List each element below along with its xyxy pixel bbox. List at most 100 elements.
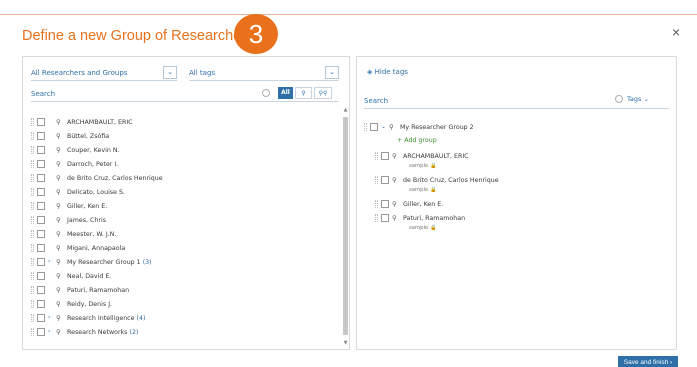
member-name: de Brito Cruz, Carlos Henrique [403,177,499,184]
list-item[interactable]: ⚲ Delicato, Louise S. [31,187,125,197]
list-item-label: Büttel, Zsófia [67,133,110,140]
checkbox[interactable] [37,216,45,224]
checkbox[interactable] [37,244,45,252]
list-item[interactable]: ⚲ Giller, Ken E. [31,201,107,211]
checkbox[interactable] [381,176,389,184]
list-item[interactable]: ⚲ de Brito Cruz, Carlos Henrique [31,173,163,183]
chevron-right-icon[interactable]: › [48,327,54,337]
drag-handle-icon[interactable] [31,132,34,140]
list-item[interactable]: ⚲ James, Chris [31,215,106,225]
scroll-down-icon[interactable]: ▼ [342,340,349,346]
drag-handle-icon[interactable] [31,216,34,224]
drag-handle-icon[interactable] [31,146,34,154]
hide-tags-button[interactable]: ◈ Hide tags [367,68,408,76]
list-item[interactable]: ⚲ Büttel, Zsófia [31,131,109,141]
list-item[interactable]: › ⚲ My Researcher Group 1 (3) [31,257,152,267]
list-item[interactable]: ⚲ ARCHAMBAULT, ERIC [31,117,133,127]
chevron-down-icon[interactable]: ⌄ [163,66,177,79]
checkbox[interactable] [37,328,45,336]
scrollbar-thumb[interactable] [343,117,348,335]
drag-handle-icon[interactable] [31,272,34,280]
drag-handle-icon[interactable] [31,188,34,196]
drag-handle-icon[interactable] [31,328,34,336]
search-input[interactable]: Search [364,97,388,105]
checkbox[interactable] [37,258,45,266]
group-name: My Researcher Group 2 [400,124,474,131]
search-icon[interactable] [615,95,623,103]
group-row[interactable]: ⌄ ⚲ My Researcher Group 2 [364,122,474,132]
checkbox[interactable] [37,202,45,210]
list-item[interactable]: ⚲ Couper, Kevin N. [31,145,120,155]
search-icon[interactable] [262,89,270,97]
drag-handle-icon[interactable] [31,244,34,252]
chevron-right-icon[interactable]: › [48,257,54,267]
group-icon: ⚲ [56,258,61,266]
drag-handle-icon[interactable] [375,152,378,160]
drag-handle-icon[interactable] [375,214,378,222]
group-member[interactable]: ⚲ de Brito Cruz, Carlos Henrique [375,175,499,185]
group-member[interactable]: ⚲ ARCHAMBAULT, ERIC [375,151,469,161]
person-icon: ⚲ [56,146,61,154]
checkbox[interactable] [381,152,389,160]
drag-handle-icon[interactable] [31,300,34,308]
drag-handle-icon[interactable] [31,230,34,238]
add-group-button[interactable]: + Add group [397,137,437,144]
checkbox[interactable] [370,123,378,131]
chevron-down-icon[interactable]: ⌄ [381,122,387,132]
chevron-right-icon[interactable]: › [48,313,54,323]
checkbox[interactable] [37,146,45,154]
tag-badge: sample 🔒 [409,187,437,193]
tags-filter-dropdown[interactable]: All tags [189,66,215,80]
list-item-label: Migani, Annapaola [67,245,126,252]
person-icon[interactable]: ⚲ [295,87,312,99]
drag-handle-icon[interactable] [31,314,34,322]
list-item-label: Paturi, Ramamohan [67,287,130,294]
drag-handle-icon[interactable] [375,200,378,208]
drag-handle-icon[interactable] [31,118,34,126]
list-item[interactable]: ⚲ Darroch, Peter I. [31,159,118,169]
person-icon: ⚲ [56,160,61,168]
checkbox[interactable] [37,160,45,168]
drag-handle-icon[interactable] [364,123,367,131]
drag-handle-icon[interactable] [31,160,34,168]
group-icon[interactable]: ⚲⚲ [314,87,332,99]
checkbox[interactable] [37,272,45,280]
list-item-label: Giller, Ken E. [67,203,108,210]
list-item[interactable]: › ⚲ Research Intelligence (4) [31,313,145,323]
drag-handle-icon[interactable] [31,174,34,182]
list-item[interactable]: ⚲ Neal, David E. [31,271,111,281]
drag-handle-icon[interactable] [31,202,34,210]
list-item[interactable]: ⚲ Reidy, Denis J. [31,299,112,309]
list-item[interactable]: ⚲ Meester, W. J.N. [31,229,116,239]
checkbox[interactable] [37,132,45,140]
filter-all-button[interactable]: All [278,87,293,99]
checkbox[interactable] [37,188,45,196]
checkbox[interactable] [37,300,45,308]
search-input[interactable]: Search [31,90,55,98]
drag-handle-icon[interactable] [31,286,34,294]
checkbox[interactable] [37,118,45,126]
group-member[interactable]: ⚲ Paturi, Ramamohan [375,213,465,223]
person-icon: ⚲ [56,132,61,140]
researcher-filter-dropdown[interactable]: All Researchers and Groups [31,66,127,80]
checkbox[interactable] [37,230,45,238]
close-icon[interactable]: × [672,24,680,40]
list-item[interactable]: ⚲ Migani, Annapaola [31,243,125,253]
list-item[interactable]: › ⚲ Research Networks (2) [31,327,138,337]
checkbox[interactable] [37,174,45,182]
checkbox[interactable] [37,286,45,294]
tag-badge: sample 🔒 [409,163,437,169]
group-member[interactable]: ⚲ Giller, Ken E. [375,199,443,209]
checkbox[interactable] [381,200,389,208]
checkbox[interactable] [381,214,389,222]
save-and-finish-button[interactable]: Save and finish › [618,356,678,367]
drag-handle-icon[interactable] [375,176,378,184]
list-item[interactable]: ⚲ Paturi, Ramamohan [31,285,129,295]
drag-handle-icon[interactable] [31,258,34,266]
chevron-down-icon[interactable]: ⌄ [325,66,339,79]
list-item-label: James, Chris [67,217,107,224]
list-item-label: Delicato, Louise S. [67,189,126,196]
tags-filter-button[interactable]: Tags ⌄ [627,95,649,103]
checkbox[interactable] [37,314,45,322]
scroll-up-icon[interactable]: ▲ [342,107,349,113]
